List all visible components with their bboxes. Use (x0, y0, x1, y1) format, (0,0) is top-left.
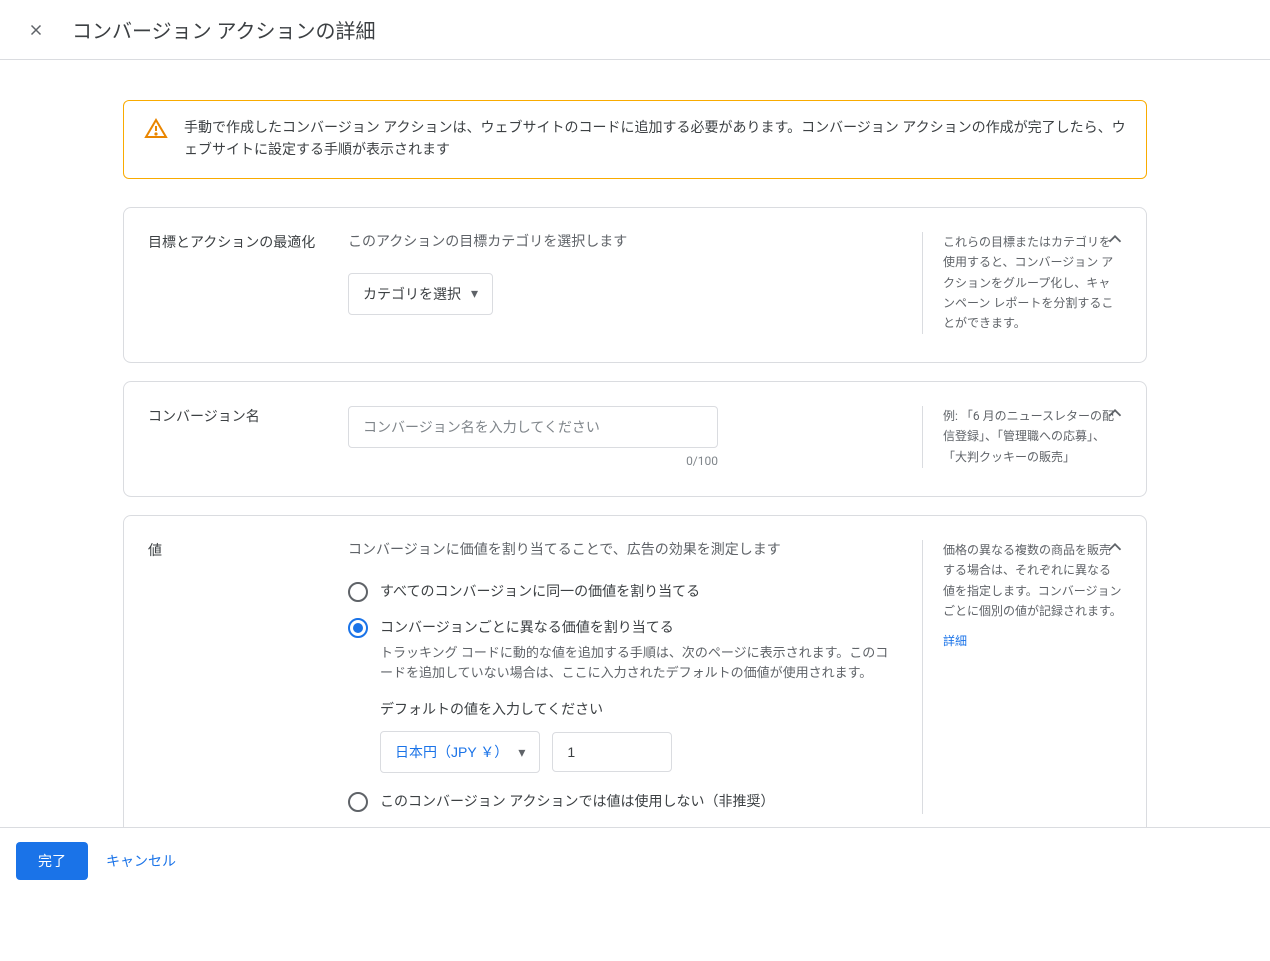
goal-desc: このアクションの目標カテゴリを選択します (348, 232, 898, 253)
radio-diff-value-label: コンバージョンごとに異なる価値を割り当てる (380, 617, 898, 639)
value-details-link[interactable]: 詳細 (943, 631, 967, 651)
name-side-help: 例: 「6 月のニュースレターの配信登録」、「管理職への応募」、「大判クッキーの… (922, 406, 1122, 468)
category-select-label: カテゴリを選択 (363, 284, 461, 304)
caret-down-icon: ▾ (518, 744, 525, 761)
value-side-help: 価格の異なる複数の商品を販売する場合は、それぞれに異なる値を指定します。コンバー… (943, 540, 1122, 622)
radio-same-value[interactable] (348, 582, 368, 602)
default-value-input[interactable] (552, 732, 672, 772)
warning-alert: 手動で作成したコンバージョン アクションは、ウェブサイトのコードに追加する必要が… (123, 100, 1147, 179)
close-button[interactable] (24, 18, 48, 42)
chevron-up-icon (1104, 536, 1126, 558)
close-icon (27, 21, 45, 39)
conversion-name-input[interactable] (348, 406, 718, 448)
cancel-button[interactable]: キャンセル (106, 851, 176, 871)
warning-text: 手動で作成したコンバージョン アクションは、ウェブサイトのコードに追加する必要が… (184, 117, 1126, 162)
goal-side-help: これらの目標またはカテゴリを使用すると、コンバージョン アクションをグループ化し… (922, 232, 1122, 334)
radio-no-value[interactable] (348, 792, 368, 812)
chevron-up-icon (1104, 228, 1126, 250)
category-select[interactable]: カテゴリを選択 ▾ (348, 273, 493, 315)
name-label: コンバージョン名 (148, 406, 348, 468)
radio-no-value-label: このコンバージョン アクションでは値は使用しない（非推奨） (380, 791, 775, 813)
goal-label: 目標とアクションの最適化 (148, 232, 348, 334)
currency-select[interactable]: 日本円（JPY ￥） ▾ (380, 731, 540, 773)
default-value-label: デフォルトの値を入力してください (380, 699, 898, 719)
radio-diff-value-sub: トラッキング コードに動的な値を追加する手順は、次のページに表示されます。このコ… (380, 644, 898, 686)
radio-same-value-label: すべてのコンバージョンに同一の価値を割り当てる (380, 581, 700, 603)
value-label: 値 (148, 540, 348, 814)
value-desc: コンバージョンに価値を割り当てることで、広告の効果を測定します (348, 540, 898, 561)
currency-select-label: 日本円（JPY ￥） (395, 742, 508, 762)
goal-optimization-card: 目標とアクションの最適化 このアクションの目標カテゴリを選択します カテゴリを選… (123, 207, 1147, 363)
collapse-toggle[interactable] (1104, 402, 1126, 428)
collapse-toggle[interactable] (1104, 536, 1126, 562)
caret-down-icon: ▾ (471, 285, 478, 302)
conversion-name-card: コンバージョン名 0/100 例: 「6 月のニュースレターの配信登録」、「管理… (123, 381, 1147, 497)
chevron-up-icon (1104, 402, 1126, 424)
page-title: コンバージョン アクションの詳細 (72, 15, 376, 44)
warning-icon (144, 117, 168, 162)
value-card: 値 コンバージョンに価値を割り当てることで、広告の効果を測定します すべてのコン… (123, 515, 1147, 843)
char-count: 0/100 (348, 454, 718, 468)
radio-diff-value[interactable] (348, 618, 368, 638)
done-button[interactable]: 完了 (16, 842, 88, 880)
collapse-toggle[interactable] (1104, 228, 1126, 254)
